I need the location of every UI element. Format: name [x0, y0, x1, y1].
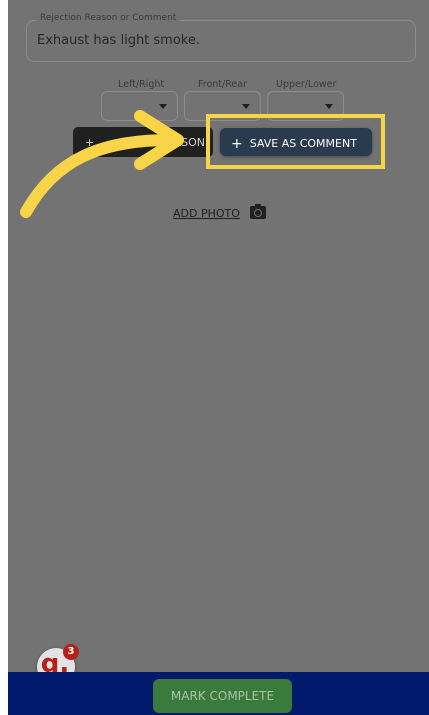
- caret-down-icon: [159, 104, 167, 109]
- plus-icon: +: [231, 136, 243, 152]
- notification-badge: 3: [63, 644, 79, 660]
- save-as-comment-button[interactable]: + SAVE AS COMMENT: [220, 128, 372, 156]
- comment-field-value[interactable]: Exhaust has light smoke.: [37, 33, 200, 48]
- add-rejection-reason-label: ASON: [173, 136, 205, 149]
- save-as-comment-label: SAVE AS COMMENT: [249, 137, 357, 150]
- caret-down-icon: [242, 104, 250, 109]
- comment-field-label: Rejection Reason or Comment: [37, 13, 180, 23]
- front-rear-label: Front/Rear: [198, 79, 247, 90]
- upper-lower-label: Upper/Lower: [276, 79, 337, 90]
- comment-field[interactable]: Rejection Reason or Comment Exhaust has …: [26, 13, 416, 62]
- add-photo-link[interactable]: ADD PHOTO: [173, 207, 240, 220]
- camera-icon[interactable]: [250, 204, 266, 219]
- left-right-label: Left/Right: [118, 79, 165, 90]
- app-screen: Rejection Reason or Comment Exhaust has …: [8, 0, 429, 715]
- mark-complete-button[interactable]: MARK COMPLETE: [153, 679, 292, 713]
- caret-down-icon: [325, 104, 333, 109]
- add-rejection-reason-button[interactable]: + ASON: [73, 127, 213, 157]
- plus-icon: +: [85, 136, 95, 149]
- left-right-select[interactable]: [101, 91, 178, 121]
- bottom-bar: MARK COMPLETE: [8, 672, 429, 715]
